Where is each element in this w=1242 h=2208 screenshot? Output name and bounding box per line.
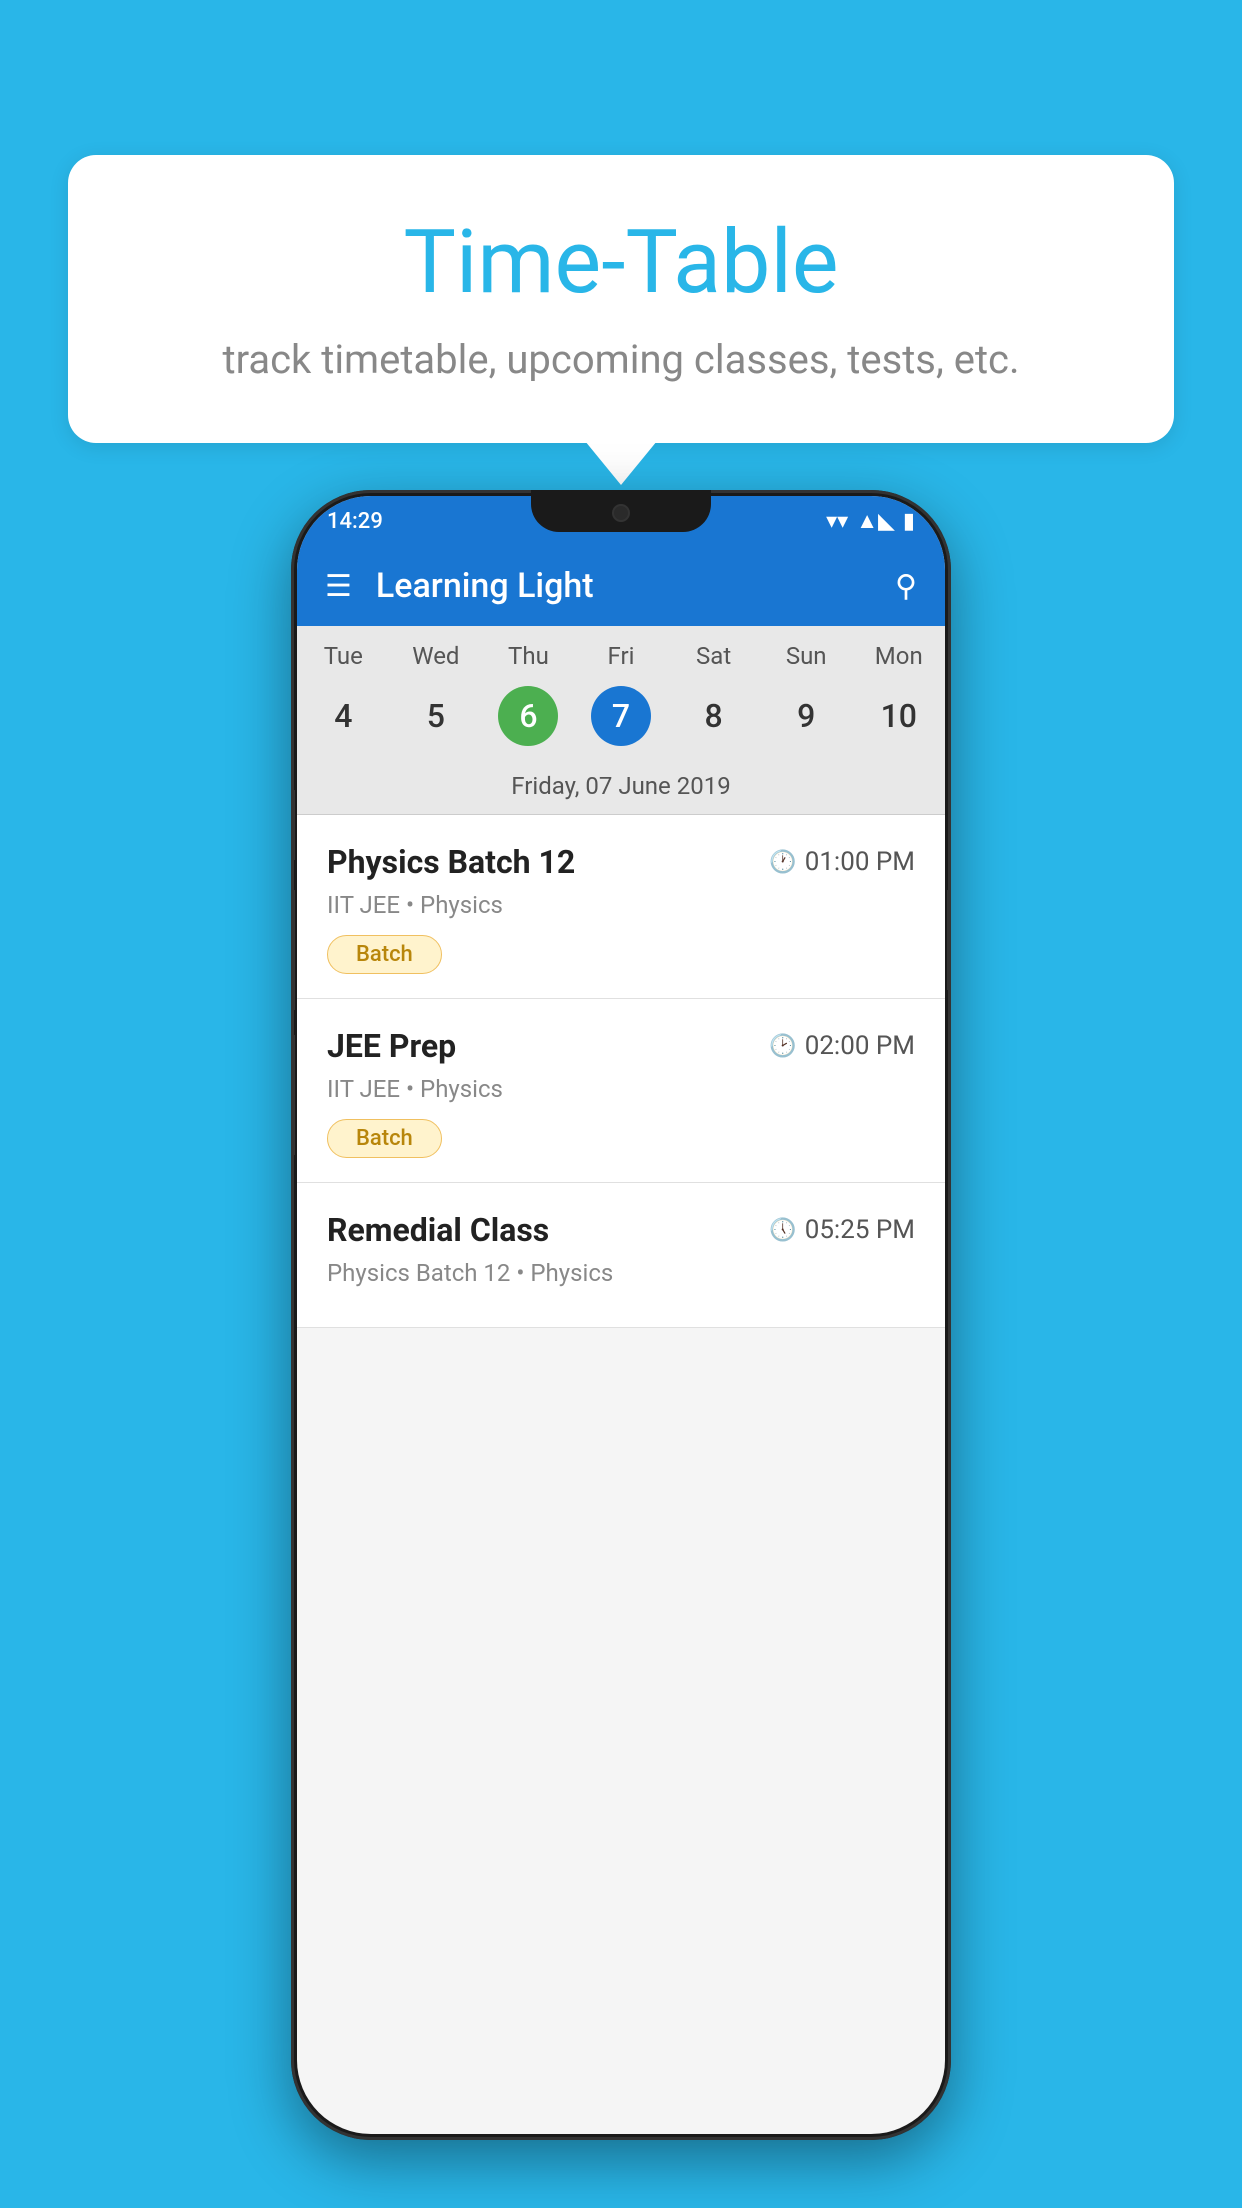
date-6-today[interactable]: 6 bbox=[482, 686, 575, 746]
date-4[interactable]: 4 bbox=[297, 686, 390, 746]
batch-tag-physics-batch-12: Batch bbox=[327, 935, 442, 974]
class-item-jee-prep[interactable]: JEE Prep 🕑 02:00 PM IIT JEE • Physics Ba… bbox=[297, 999, 945, 1183]
time-value: 01:00 PM bbox=[805, 847, 915, 877]
class-item-remedial[interactable]: Remedial Class 🕔 05:25 PM Physics Batch … bbox=[297, 1183, 945, 1328]
day-thu: Thu bbox=[482, 642, 575, 670]
class-item-physics-batch-12[interactable]: Physics Batch 12 🕐 01:00 PM IIT JEE • Ph… bbox=[297, 815, 945, 999]
class-name-physics-batch-12: Physics Batch 12 bbox=[327, 843, 575, 881]
class-time-remedial: 🕔 05:25 PM bbox=[769, 1215, 915, 1245]
day-wed: Wed bbox=[390, 642, 483, 670]
class-list: Physics Batch 12 🕐 01:00 PM IIT JEE • Ph… bbox=[297, 815, 945, 1328]
day-tue: Tue bbox=[297, 642, 390, 670]
app-bar: ☰ Learning Light ⚲ bbox=[297, 546, 945, 626]
date-9[interactable]: 9 bbox=[760, 686, 853, 746]
date-8[interactable]: 8 bbox=[667, 686, 760, 746]
clock-icon: 🕐 bbox=[769, 850, 796, 875]
day-fri: Fri bbox=[575, 642, 668, 670]
day-sat: Sat bbox=[667, 642, 760, 670]
signal-icon: ▲◣ bbox=[856, 508, 895, 534]
date-5[interactable]: 5 bbox=[390, 686, 483, 746]
bubble-title: Time-Table bbox=[148, 215, 1094, 312]
speech-bubble: Time-Table track timetable, upcoming cla… bbox=[68, 155, 1174, 443]
volume-down-button bbox=[291, 1035, 295, 1155]
speech-bubble-container: Time-Table track timetable, upcoming cla… bbox=[68, 155, 1174, 443]
time-value-jee: 02:00 PM bbox=[805, 1031, 915, 1061]
class-subtitle-jee-prep: IIT JEE • Physics bbox=[327, 1075, 915, 1103]
mute-button bbox=[291, 790, 295, 860]
selected-date-label: Friday, 07 June 2019 bbox=[297, 762, 945, 815]
app-title: Learning Light bbox=[376, 566, 895, 606]
volume-up-button bbox=[291, 890, 295, 1010]
search-icon[interactable]: ⚲ bbox=[895, 569, 917, 604]
class-name-jee-prep: JEE Prep bbox=[327, 1027, 456, 1065]
power-button bbox=[947, 890, 951, 990]
menu-icon[interactable]: ☰ bbox=[325, 569, 352, 604]
wifi-icon: ▾▾ bbox=[826, 509, 848, 534]
status-icons: ▾▾ ▲◣ ▮ bbox=[826, 508, 915, 534]
battery-icon: ▮ bbox=[903, 509, 915, 534]
time-value-remedial: 05:25 PM bbox=[805, 1215, 915, 1245]
days-row: Tue Wed Thu Fri Sat Sun Mon bbox=[297, 626, 945, 678]
clock-icon-remedial: 🕔 bbox=[769, 1218, 796, 1243]
clock-icon-jee: 🕑 bbox=[769, 1034, 796, 1059]
phone-frame: 14:29 ▾▾ ▲◣ ▮ ☰ Learning Light ⚲ Tue Wed… bbox=[291, 490, 951, 2140]
camera-dot bbox=[612, 504, 630, 522]
class-item-header-jee: JEE Prep 🕑 02:00 PM bbox=[327, 1027, 915, 1065]
class-time-jee-prep: 🕑 02:00 PM bbox=[769, 1031, 915, 1061]
batch-tag-jee-prep: Batch bbox=[327, 1119, 442, 1158]
bubble-subtitle: track timetable, upcoming classes, tests… bbox=[148, 336, 1094, 383]
phone-notch bbox=[531, 490, 711, 532]
class-subtitle-remedial: Physics Batch 12 • Physics bbox=[327, 1259, 915, 1287]
date-10[interactable]: 10 bbox=[852, 686, 945, 746]
dates-row: 4 5 6 7 8 9 10 bbox=[297, 678, 945, 762]
class-subtitle-physics-batch-12: IIT JEE • Physics bbox=[327, 891, 915, 919]
day-sun: Sun bbox=[760, 642, 853, 670]
class-time-physics-batch-12: 🕐 01:00 PM bbox=[769, 847, 915, 877]
class-name-remedial: Remedial Class bbox=[327, 1211, 549, 1249]
status-time: 14:29 bbox=[327, 509, 383, 534]
date-7-selected[interactable]: 7 bbox=[575, 686, 668, 746]
phone-screen: 14:29 ▾▾ ▲◣ ▮ ☰ Learning Light ⚲ Tue Wed… bbox=[297, 496, 945, 2134]
class-item-header: Physics Batch 12 🕐 01:00 PM bbox=[327, 843, 915, 881]
class-item-header-remedial: Remedial Class 🕔 05:25 PM bbox=[327, 1211, 915, 1249]
day-mon: Mon bbox=[852, 642, 945, 670]
calendar-header: Tue Wed Thu Fri Sat Sun Mon 4 5 6 7 8 9 … bbox=[297, 626, 945, 815]
